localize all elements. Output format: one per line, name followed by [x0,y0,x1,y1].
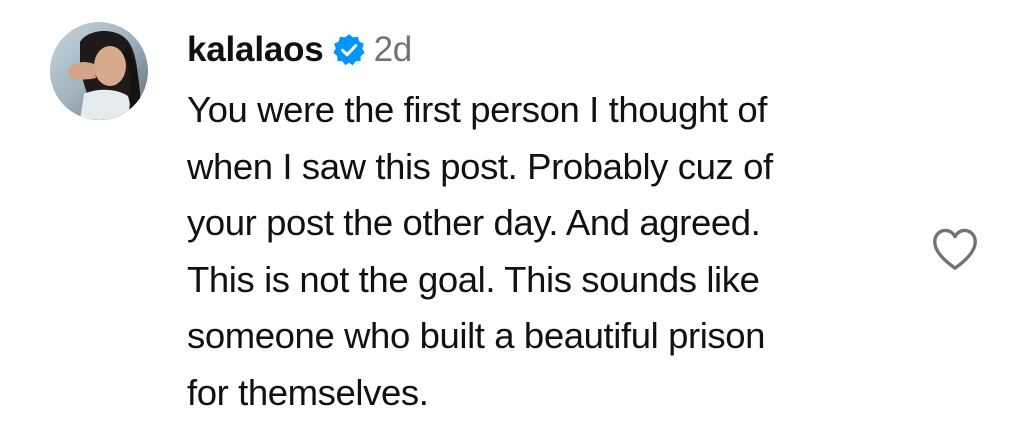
comment-item: kalalaos 2d You were the first person I … [0,0,1024,442]
like-button[interactable] [928,222,982,276]
verified-badge-icon [332,33,366,67]
comment-header: kalalaos 2d [187,22,907,78]
username-link[interactable]: kalalaos [187,30,324,70]
comment-text: You were the first person I thought of w… [187,89,773,413]
avatar-photo [50,22,148,120]
comment-timestamp: 2d [373,30,413,69]
avatar[interactable] [50,22,148,120]
comment-body: kalalaos 2d You were the first person I … [187,22,907,421]
heart-outline-icon [933,228,977,270]
